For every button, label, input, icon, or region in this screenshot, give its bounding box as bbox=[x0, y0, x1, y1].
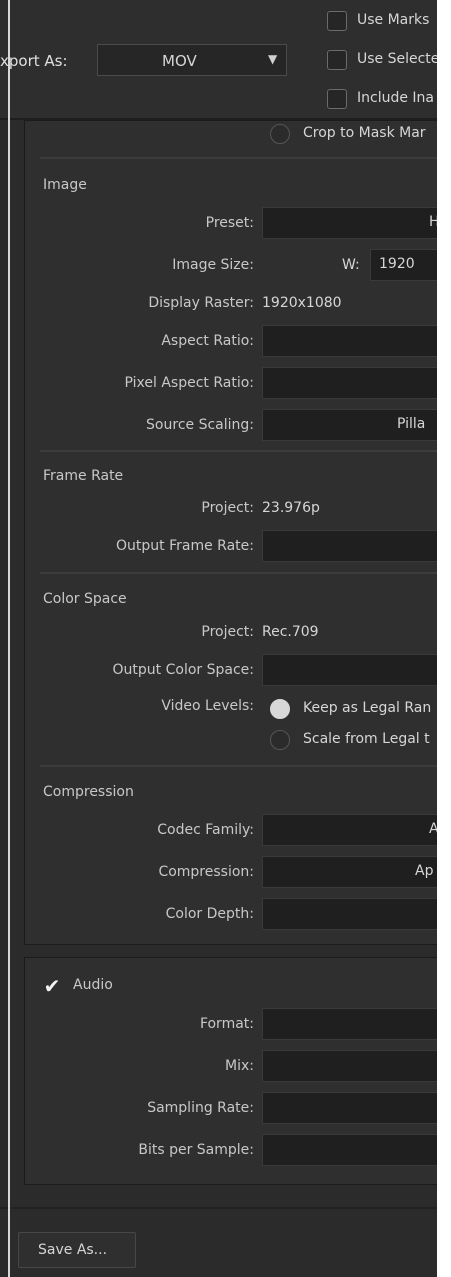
pixel-aspect-label: Pixel Aspect Ratio: bbox=[124, 375, 255, 391]
scale-legal-label: Scale from Legal t bbox=[303, 731, 430, 747]
pixel-aspect-dropdown[interactable] bbox=[262, 367, 437, 399]
export-format-value: MOV bbox=[162, 52, 197, 70]
audio-mix-dropdown[interactable] bbox=[262, 1050, 437, 1082]
image-section-heading: Image bbox=[43, 177, 87, 193]
include-label: Include Ina bbox=[357, 90, 434, 106]
width-input[interactable]: 1920 bbox=[370, 249, 437, 281]
crop-to-mask-radio[interactable] bbox=[270, 124, 290, 144]
audio-heading: Audio bbox=[73, 977, 113, 993]
output-frame-rate-label: Output Frame Rate: bbox=[116, 538, 254, 554]
section-separator bbox=[40, 572, 437, 574]
check-icon: ✔ bbox=[43, 974, 61, 998]
source-scaling-dropdown[interactable]: Pilla bbox=[262, 409, 437, 441]
crop-to-mask-label: Crop to Mask Mar bbox=[303, 125, 426, 141]
use-marks-label: Use Marks bbox=[357, 12, 430, 28]
color-space-heading: Color Space bbox=[43, 591, 127, 607]
audio-format-label: Format: bbox=[199, 1016, 254, 1032]
image-size-label: Image Size: bbox=[172, 257, 254, 273]
color-depth-dropdown[interactable] bbox=[262, 898, 437, 930]
save-as-label: Save As... bbox=[38, 1242, 108, 1258]
preset-value: H bbox=[429, 214, 437, 230]
compression-dropdown[interactable]: Ap bbox=[262, 856, 437, 888]
window-edge bbox=[8, 0, 10, 1277]
codec-family-label: Codec Family: bbox=[157, 822, 254, 838]
bits-per-sample-label: Bits per Sample: bbox=[138, 1142, 254, 1158]
export-format-dropdown[interactable]: MOV ▼ bbox=[97, 44, 287, 76]
include-checkbox[interactable] bbox=[327, 89, 347, 109]
preset-label: Preset: bbox=[205, 215, 254, 231]
color-space-project-value: Rec.709 bbox=[262, 624, 319, 640]
color-space-project-label: Project: bbox=[201, 624, 254, 640]
chevron-down-icon: ▼ bbox=[268, 52, 278, 66]
aspect-ratio-dropdown[interactable] bbox=[262, 325, 437, 357]
section-separator bbox=[40, 157, 437, 159]
compression-value: Ap bbox=[415, 863, 434, 879]
keep-legal-label: Keep as Legal Ran bbox=[303, 700, 432, 716]
audio-mix-label: Mix: bbox=[225, 1058, 254, 1074]
output-frame-rate-dropdown[interactable] bbox=[262, 530, 437, 562]
export-dialog: xport As: MOV ▼ Use Marks Use Selecte In… bbox=[0, 0, 437, 1277]
use-selected-checkbox[interactable] bbox=[327, 50, 347, 70]
section-separator bbox=[40, 765, 437, 767]
output-color-space-dropdown[interactable] bbox=[262, 654, 437, 686]
codec-family-dropdown[interactable]: A bbox=[262, 814, 437, 846]
audio-format-dropdown[interactable] bbox=[262, 1008, 437, 1040]
footer-separator bbox=[0, 1207, 437, 1209]
use-selected-label: Use Selecte bbox=[357, 51, 437, 67]
width-value: 1920 bbox=[379, 256, 415, 272]
frame-rate-project-value: 23.976p bbox=[262, 500, 320, 516]
sampling-rate-dropdown[interactable] bbox=[262, 1092, 437, 1124]
frame-rate-project-label: Project: bbox=[201, 500, 254, 516]
audio-checkbox[interactable]: ✔ bbox=[42, 976, 62, 996]
aspect-ratio-label: Aspect Ratio: bbox=[161, 333, 254, 349]
preset-dropdown[interactable]: H bbox=[262, 207, 437, 239]
width-label: W: bbox=[342, 257, 360, 273]
use-marks-checkbox[interactable] bbox=[327, 11, 347, 31]
compression-label: Compression: bbox=[158, 864, 254, 880]
codec-family-value: A bbox=[429, 821, 437, 837]
sampling-rate-label: Sampling Rate: bbox=[147, 1100, 254, 1116]
bits-per-sample-dropdown[interactable] bbox=[262, 1134, 437, 1166]
frame-rate-heading: Frame Rate bbox=[43, 468, 124, 484]
color-depth-label: Color Depth: bbox=[165, 906, 254, 922]
export-as-label: xport As: bbox=[0, 52, 68, 70]
scale-legal-radio[interactable] bbox=[270, 730, 290, 750]
output-color-space-label: Output Color Space: bbox=[112, 662, 254, 678]
keep-legal-radio[interactable] bbox=[270, 699, 290, 719]
source-scaling-value: Pilla bbox=[397, 416, 426, 432]
display-raster-value: 1920x1080 bbox=[262, 295, 342, 311]
export-top-panel: xport As: MOV ▼ Use Marks Use Selecte In… bbox=[0, 0, 437, 120]
display-raster-label: Display Raster: bbox=[148, 295, 254, 311]
compression-heading: Compression bbox=[43, 784, 134, 800]
section-separator bbox=[40, 450, 437, 452]
source-scaling-label: Source Scaling: bbox=[146, 417, 254, 433]
video-levels-label: Video Levels: bbox=[161, 698, 254, 714]
save-as-button[interactable]: Save As... bbox=[18, 1232, 136, 1268]
